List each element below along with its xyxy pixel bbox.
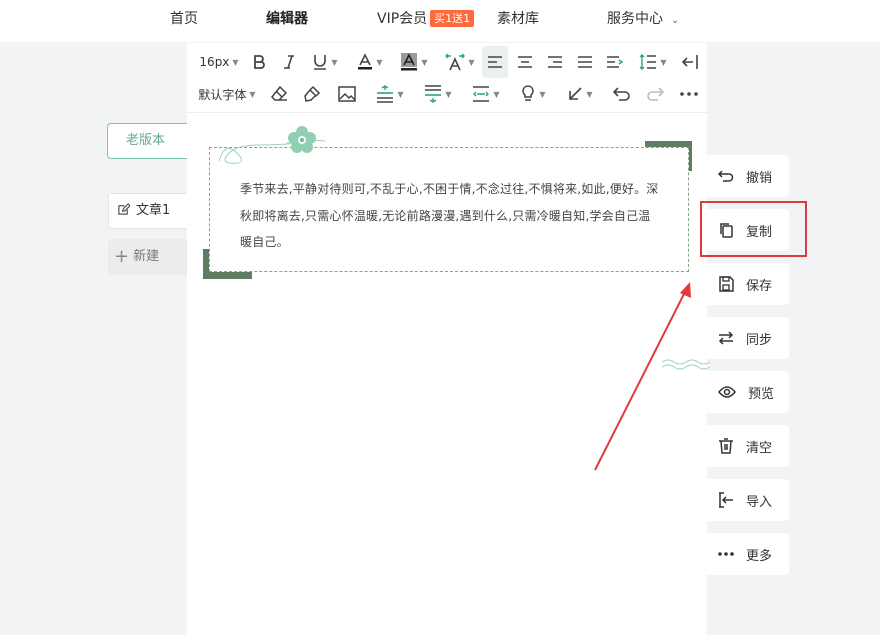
annotation-arrow-icon xyxy=(594,282,691,471)
